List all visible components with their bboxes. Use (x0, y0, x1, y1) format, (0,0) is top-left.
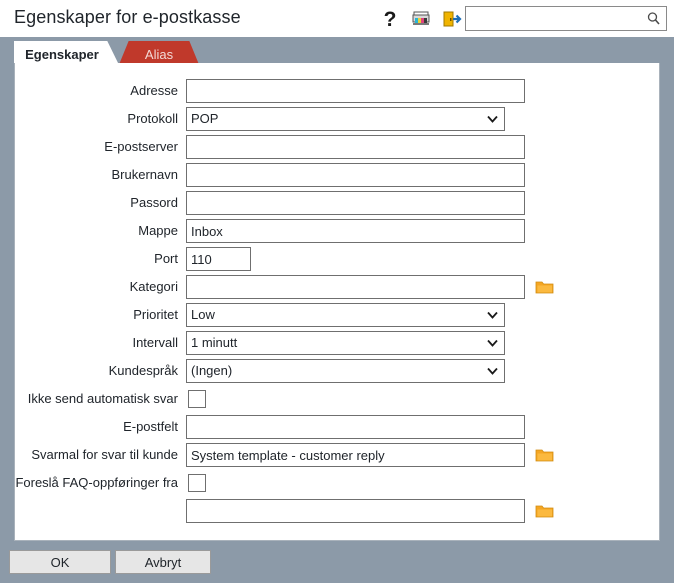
dialog-window: Egenskaper for e-postkasse ? Egenskaper … (0, 0, 674, 583)
faq-source-folder-icon[interactable] (533, 500, 555, 522)
label-mappe: Mappe (138, 223, 178, 238)
help-icon[interactable]: ? (378, 6, 402, 32)
properties-panel: Adresse Protokoll POP E-postserver Bruke… (14, 63, 660, 541)
brukernavn-input[interactable] (186, 163, 525, 187)
adresse-input[interactable] (186, 79, 525, 103)
chevron-down-icon (487, 115, 498, 123)
mappe-input[interactable] (186, 219, 525, 243)
svarmal-folder-icon[interactable] (533, 444, 555, 466)
label-adresse: Adresse (130, 83, 178, 98)
label-epostserver: E-postserver (104, 139, 178, 154)
svarmal-input[interactable] (186, 443, 525, 467)
label-prioritet: Prioritet (133, 307, 178, 322)
intervall-value: 1 minutt (191, 335, 238, 350)
cancel-button[interactable]: Avbryt (115, 550, 211, 574)
epostfelt-input[interactable] (186, 415, 525, 439)
foresla-faq-checkbox[interactable] (188, 474, 206, 492)
label-brukernavn: Brukernavn (111, 167, 178, 182)
dialog-footer: OK Avbryt (0, 541, 674, 583)
kategori-folder-icon[interactable] (533, 276, 555, 298)
search-box[interactable] (465, 6, 667, 31)
prioritet-select[interactable]: Low (186, 303, 505, 327)
epostserver-input[interactable] (186, 135, 525, 159)
label-foresla-faq: Foreslå FAQ-oppføringer fra (15, 475, 178, 490)
print-icon[interactable] (409, 6, 433, 32)
label-kategori: Kategori (129, 279, 178, 294)
prioritet-value: Low (191, 307, 215, 322)
label-port: Port (154, 251, 178, 266)
kategori-input[interactable] (186, 275, 525, 299)
titlebar-icon-group: ? (378, 5, 464, 33)
label-protokoll: Protokoll (127, 111, 178, 126)
title-bar: Egenskaper for e-postkasse ? (0, 0, 674, 37)
label-epostfelt: E-postfelt (123, 419, 178, 434)
tab-alias-label: Alias (144, 46, 174, 62)
passord-input[interactable] (186, 191, 525, 215)
label-intervall: Intervall (132, 335, 178, 350)
tab-egenskaper-label: Egenskaper (25, 46, 99, 62)
chevron-down-icon (487, 367, 498, 375)
exit-icon[interactable] (440, 6, 464, 32)
protokoll-select[interactable]: POP (186, 107, 505, 131)
intervall-select[interactable]: 1 minutt (186, 331, 505, 355)
chevron-down-icon (487, 311, 498, 319)
ikke-send-auto-svar-checkbox[interactable] (188, 390, 206, 408)
search-input[interactable] (466, 7, 644, 30)
label-kundesprak: Kundespråk (108, 363, 178, 378)
label-passord: Passord (130, 195, 178, 210)
kundesprak-value: (Ingen) (191, 363, 233, 378)
cancel-button-label: Avbryt (144, 554, 182, 570)
label-svarmal: Svarmal for svar til kunde (31, 447, 178, 462)
page-title: Egenskaper for e-postkasse (14, 7, 241, 27)
search-icon (647, 12, 660, 25)
faq-source-input[interactable] (186, 499, 525, 523)
chevron-down-icon (487, 339, 498, 347)
protokoll-value: POP (191, 111, 219, 126)
label-ikke-send-auto-svar: Ikke send automatisk svar (27, 391, 178, 406)
ok-button[interactable]: OK (9, 550, 111, 574)
help-glyph: ? (383, 7, 397, 31)
kundesprak-select[interactable]: (Ingen) (186, 359, 505, 383)
port-input[interactable] (186, 247, 251, 271)
ok-button-label: OK (50, 554, 70, 570)
